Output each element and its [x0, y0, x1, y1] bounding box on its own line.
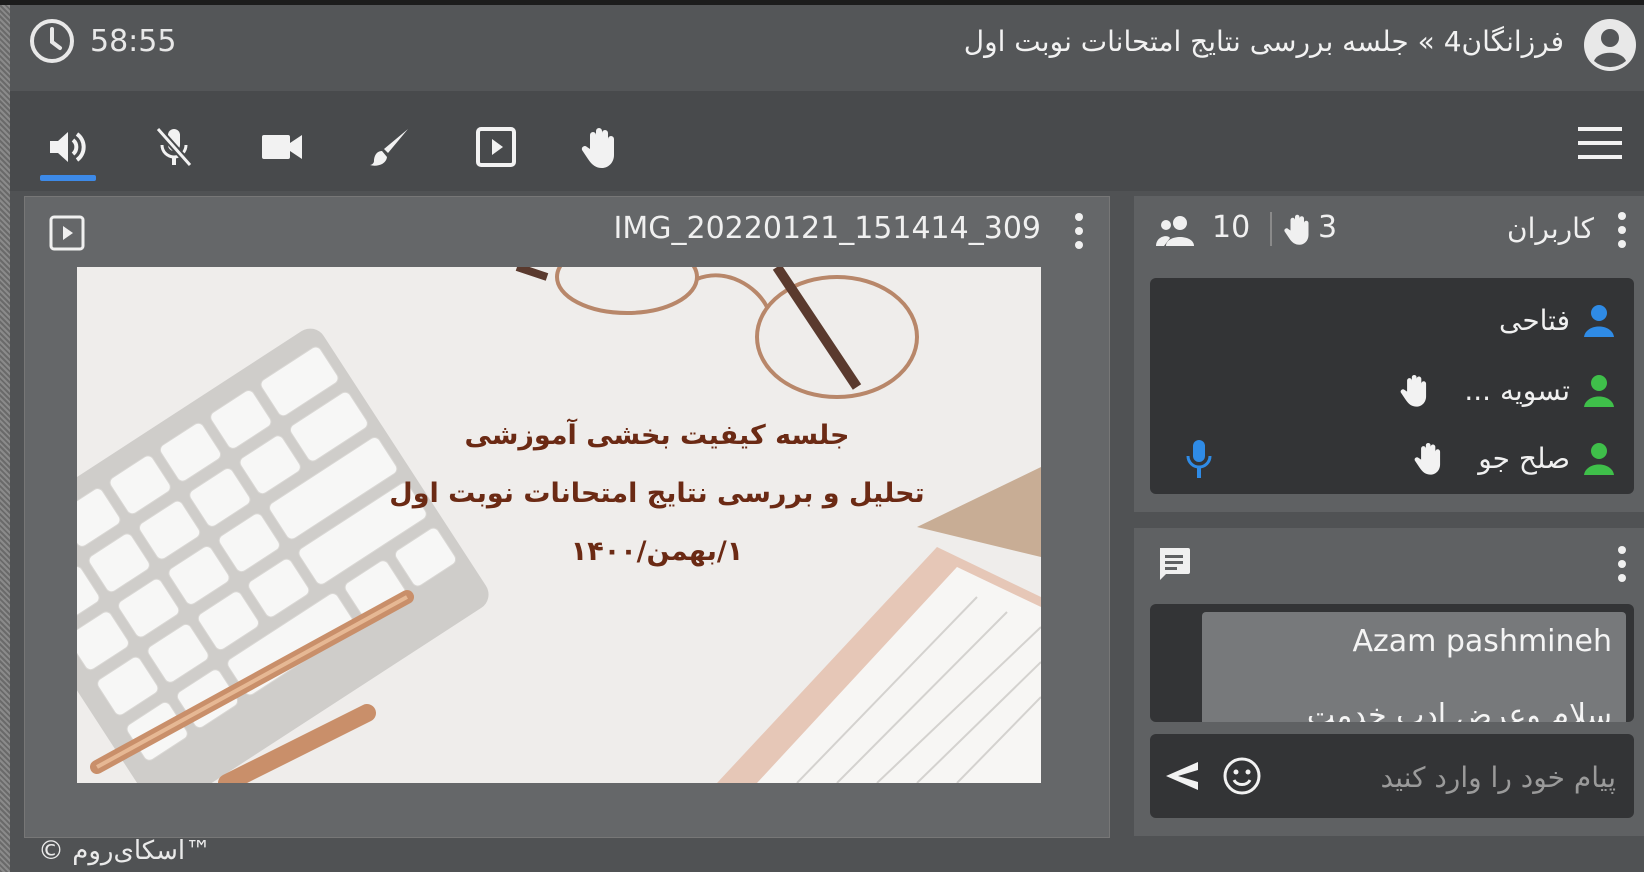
room-title: فرزانگان4 » جلسه بررسی نتایج امتحانات نو…: [963, 25, 1564, 58]
user-icon: [1584, 305, 1614, 337]
list-item[interactable]: صلح جو: [1410, 428, 1616, 488]
menu-icon[interactable]: [1576, 123, 1624, 163]
send-icon[interactable]: [1162, 756, 1202, 796]
message-sender: Azam pashmineh: [1352, 624, 1612, 659]
presentation-panel: IMG_20220121_151414_309 جلسه کیفیت بخشی …: [24, 196, 1110, 838]
app-window: 58:55 فرزانگان4 » جلسه بررسی نتایج امتحا…: [0, 0, 1644, 872]
mic-icon: [1186, 440, 1212, 478]
header-bar: 58:55 فرزانگان4 » جلسه بررسی نتایج امتحا…: [10, 5, 1644, 91]
chat-input-bar: [1150, 734, 1634, 818]
clock-icon: [30, 19, 74, 63]
slide-line-1: جلسه کیفیت بخشی آموزشی: [464, 420, 850, 451]
brand-footer: ™اسکای‌روم ©: [38, 836, 212, 866]
emoji-icon[interactable]: [1222, 756, 1262, 796]
toolbar: [10, 91, 1644, 191]
present-icon[interactable]: [47, 213, 87, 253]
presentation-file-name: IMG_20220121_151414_309: [613, 211, 1041, 246]
active-tab-indicator: [40, 175, 96, 181]
chat-message: Azam pashmineh سلام وعرض ادب خدمت: [1202, 612, 1626, 722]
more-options-icon[interactable]: [1616, 210, 1628, 250]
speaker-icon: [50, 132, 86, 162]
chat-icon: [1160, 548, 1190, 580]
list-item[interactable]: فتاحی: [1499, 290, 1616, 350]
slide-caption: جلسه کیفیت بخشی آموزشی تحلیل و بررسی نتا…: [377, 407, 937, 581]
user-icon: [1584, 375, 1614, 407]
user-count: 10: [1212, 210, 1251, 245]
more-options-icon[interactable]: [1073, 211, 1085, 251]
user-name: تسویه ...: [1464, 373, 1570, 407]
count-divider: [1270, 212, 1272, 246]
people-icon: [1156, 216, 1194, 246]
present-button[interactable]: [468, 119, 524, 175]
user-name: فتاحی: [1498, 303, 1570, 337]
session-timer: 58:55: [28, 17, 176, 65]
raise-hand-icon: [1400, 374, 1427, 407]
chat-messages[interactable]: Azam pashmineh سلام وعرض ادب خدمت: [1150, 604, 1634, 722]
user-list: فتاحی تسویه ... صلح جو: [1150, 278, 1634, 494]
raise-hand-icon: [1284, 214, 1309, 245]
raise-hand-icon: [1414, 442, 1441, 475]
user-icon: [1584, 443, 1614, 475]
left-border: [0, 5, 10, 872]
mic-off-icon: [155, 126, 193, 168]
camera-icon: [262, 135, 302, 159]
message-text: سلام وعرض ادب خدمت: [1306, 698, 1612, 722]
speaker-button[interactable]: [40, 119, 96, 175]
raise-hand-button[interactable]: [572, 119, 628, 175]
users-title: کاربران: [1507, 212, 1594, 245]
raise-hand-icon: [581, 128, 614, 168]
microphone-button[interactable]: [146, 119, 202, 175]
users-header: 10 3 کاربران: [1134, 196, 1644, 268]
more-options-icon[interactable]: [1616, 544, 1628, 584]
slide-line-3: ۱/بهمن/۱۴۰۰: [570, 536, 744, 567]
timer-text: 58:55: [90, 23, 177, 59]
list-item[interactable]: تسویه ...: [1396, 360, 1616, 420]
brush-icon: [370, 129, 408, 166]
present-icon: [476, 127, 516, 167]
chat-panel: Azam pashmineh سلام وعرض ادب خدمت: [1134, 528, 1644, 836]
hand-count: 3: [1318, 210, 1338, 245]
camera-button[interactable]: [254, 119, 310, 175]
chat-message-input[interactable]: [1284, 752, 1618, 802]
whiteboard-button[interactable]: [362, 119, 418, 175]
slide-image: جلسه کیفیت بخشی آموزشی تحلیل و بررسی نتا…: [77, 267, 1041, 783]
user-name: صلح جو: [1478, 441, 1570, 475]
slide-line-2: تحلیل و بررسی نتایج امتحانات نوبت اول: [389, 478, 925, 509]
users-panel: 10 3 کاربران فتاحی تسویه ... صلح جو: [1134, 196, 1644, 512]
account-icon[interactable]: [1582, 17, 1638, 73]
